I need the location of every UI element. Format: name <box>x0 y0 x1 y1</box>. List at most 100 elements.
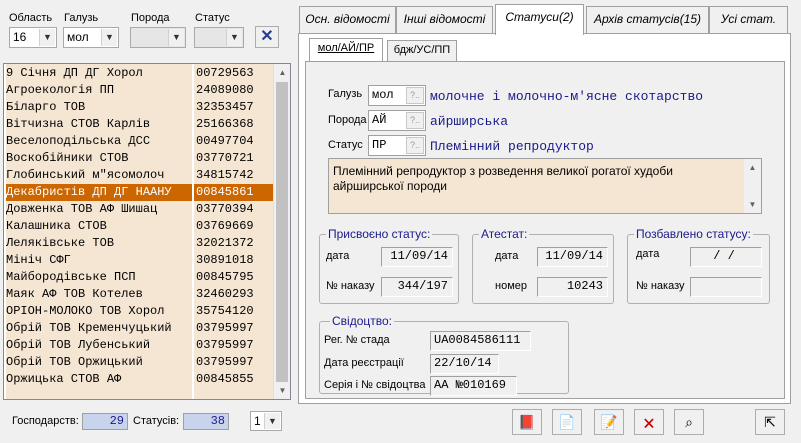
attestat-number-label: номер <box>495 280 527 292</box>
branch-select[interactable]: мол ▼ <box>63 27 119 48</box>
farm-name: Оржицька СТОВ АФ <box>6 372 122 386</box>
status-select[interactable]: ▼ <box>194 27 244 48</box>
list-item[interactable]: Обрій ТОВ Кременчуцький 03795997 <box>4 320 274 337</box>
scroll-up-icon[interactable]: ▲ <box>744 159 761 176</box>
list-item[interactable]: Маяк АФ ТОВ Котелев 32460293 <box>4 286 274 303</box>
list-item[interactable]: Декабристів ДП ДГ НААНУ 00845861 <box>4 184 274 201</box>
breed-select[interactable]: ▼ <box>130 27 186 48</box>
list-item[interactable]: Агроекологія ПП 24089080 <box>4 82 274 99</box>
farm-name: Агроекологія ПП <box>6 83 115 97</box>
list-item[interactable]: Веселоподільська ДСС 00497704 <box>4 133 274 150</box>
herd-number-field[interactable]: UA0084586111 <box>430 331 531 351</box>
revoked-order-label: № наказу <box>636 280 685 292</box>
list-scrollbar[interactable]: ▲ ▼ <box>273 64 290 399</box>
list-item[interactable]: Калашника СТОВ 03769669 <box>4 218 274 235</box>
scroll-thumb[interactable] <box>276 82 288 382</box>
status-code-field[interactable]: ПР ?.. <box>368 135 426 156</box>
list-item[interactable]: Леляківське ТОВ 32021372 <box>4 235 274 252</box>
branch-code-field[interactable]: мол ?.. <box>368 85 426 106</box>
lookup-icon[interactable]: ?.. <box>406 112 424 129</box>
scroll-up-icon[interactable]: ▲ <box>274 64 290 81</box>
farm-code: 00845861 <box>194 184 274 201</box>
memo-scrollbar[interactable]: ▲ ▼ <box>744 159 761 213</box>
scroll-down-icon[interactable]: ▼ <box>274 382 290 399</box>
farm-name: Глобинський м"ясомолоч <box>6 168 165 182</box>
lookup-icon[interactable]: ?.. <box>406 87 424 104</box>
list-item[interactable]: 9 Січня ДП ДГ Хорол 00729563 <box>4 65 274 82</box>
tab-other-info[interactable]: Інші відомості <box>396 6 493 33</box>
edit-icon: 📝 <box>600 414 618 430</box>
lookup-icon[interactable]: ?.. <box>406 137 424 154</box>
region-value: 16 <box>13 30 27 44</box>
tab-statuses[interactable]: Статуси(2) <box>495 4 584 35</box>
farm-list[interactable]: 9 Січня ДП ДГ Хорол 00729563 Агроекологія … <box>3 63 291 400</box>
chevron-down-icon: ▼ <box>101 29 117 46</box>
scroll-down-icon[interactable]: ▼ <box>744 196 761 213</box>
farm-code: 32460293 <box>194 286 274 303</box>
status-details: Галузь мол ?.. молочне і молочно-м'ясне … <box>305 61 785 399</box>
breed-label: Порода <box>131 12 170 24</box>
farm-name: Маяк АФ ТОВ Котелев <box>6 287 143 301</box>
tab-main-info[interactable]: Осн. відомості <box>299 6 396 33</box>
list-item[interactable]: Воскобійники СТОВ 03770721 <box>4 150 274 167</box>
exit-icon: ⇱ <box>764 414 776 430</box>
farm-code: 24089080 <box>194 82 274 99</box>
assigned-date-field[interactable]: 11/09/14 <box>381 247 453 267</box>
tab-label: Усі стат. <box>720 12 777 26</box>
list-item[interactable]: Обрій ТОВ Лубенський 03795997 <box>4 337 274 354</box>
list-item[interactable]: Біларго ТОВ 32353457 <box>4 99 274 116</box>
tab-all-statuses[interactable]: Усі стат. <box>709 6 788 33</box>
book-button[interactable]: 📕 <box>512 409 542 435</box>
list-item[interactable]: ОРІОН-МОЛОКО ТОВ Хорол 35754120 <box>4 303 274 320</box>
subtab-status-2[interactable]: бдж/УС/ПП <box>387 40 457 61</box>
search-button[interactable]: ⌕ <box>674 409 704 435</box>
farm-name: Калашника СТОВ <box>6 219 107 233</box>
breed-description: айрширська <box>430 114 509 129</box>
delete-button[interactable]: 🗙 <box>634 409 664 435</box>
farm-name: 9 Січня ДП ДГ Хорол <box>6 66 143 80</box>
breed-code-value: АЙ <box>372 113 387 127</box>
page-select[interactable]: 1 ▼ <box>250 411 282 431</box>
revoked-date-field[interactable]: / / <box>690 247 762 267</box>
list-item[interactable]: Довженка ТОВ АФ Шишац 03770394 <box>4 201 274 218</box>
assigned-order-field[interactable]: 344/197 <box>381 277 453 297</box>
list-item[interactable]: Майбородівське ПСП 00845795 <box>4 269 274 286</box>
exit-button[interactable]: ⇱ <box>755 409 785 435</box>
farm-name: Воскобійники СТОВ <box>6 151 129 165</box>
herd-number-label: Рег. № стада <box>324 334 390 346</box>
tab-status-archive[interactable]: Архів статусів(15) <box>586 6 709 33</box>
main-tabs: Осн. відомості Інші відомості Статуси(2)… <box>296 4 801 35</box>
farm-code: 03795997 <box>194 354 274 371</box>
list-item[interactable]: Обрій ТОВ Оржицький 03795997 <box>4 354 274 371</box>
region-select[interactable]: 16 ▼ <box>9 27 57 48</box>
chevron-down-icon: ▼ <box>168 29 184 46</box>
revoked-order-field[interactable] <box>690 277 762 297</box>
attestat-number-field[interactable]: 10243 <box>537 277 608 297</box>
new-button[interactable]: 📄 <box>552 409 582 435</box>
status-code-value: ПР <box>372 138 387 152</box>
farm-code: 32353457 <box>194 99 274 116</box>
farm-code: 03795997 <box>194 337 274 354</box>
farm-code: 34815742 <box>194 167 274 184</box>
revoked-status-title: Позбавлено статусу: <box>634 227 753 241</box>
list-item[interactable]: Глобинський м"ясомолоч 34815742 <box>4 167 274 184</box>
edit-button[interactable]: 📝 <box>594 409 624 435</box>
subtab-status-1[interactable]: мол/АЙ/ПР <box>309 38 383 62</box>
delete-icon: 🗙 <box>643 414 655 430</box>
branch-value: мол <box>67 30 89 44</box>
certificate-serial-field[interactable]: АА №010169 <box>430 376 517 396</box>
chevron-down-icon: ▼ <box>39 29 55 46</box>
certificate-title: Свідоцтво: <box>330 314 394 328</box>
status-full-text[interactable]: Племінний репродуктор з розведення велик… <box>328 158 762 214</box>
list-item[interactable]: Оржицька СТОВ АФ 00845855 <box>4 371 274 388</box>
farm-code: 00729563 <box>194 65 274 82</box>
breed-code-field[interactable]: АЙ ?.. <box>368 110 426 131</box>
list-item[interactable]: Мініч СФГ 30891018 <box>4 252 274 269</box>
region-label: Область <box>9 12 53 24</box>
list-item[interactable]: Вітчизна СТОВ Карлів 25166368 <box>4 116 274 133</box>
farm-name: Обрій ТОВ Лубенський <box>6 338 151 352</box>
attestat-date-field[interactable]: 11/09/14 <box>537 247 608 267</box>
registration-date-field[interactable]: 22/10/14 <box>430 354 499 374</box>
clear-filter-button[interactable]: ✕ <box>255 26 279 48</box>
farm-name: Біларго ТОВ <box>6 100 86 114</box>
